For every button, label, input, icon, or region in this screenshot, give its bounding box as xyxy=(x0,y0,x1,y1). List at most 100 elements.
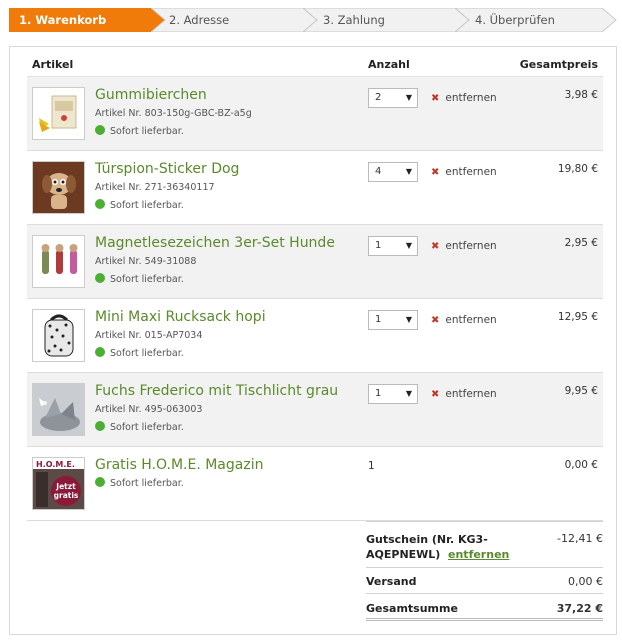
voucher-row: Gutschein (Nr. KG3- AQEPNEWL) entfernen … xyxy=(366,521,603,567)
availability-label: Sofort lieferbar. xyxy=(110,422,184,433)
chevron-down-icon: ▼ xyxy=(405,167,412,176)
product-name[interactable]: Türspion-Sticker Dog xyxy=(95,161,239,177)
step-ueberpruefen[interactable]: 4. Überprüfen xyxy=(455,8,617,32)
gummy-bears-image[interactable] xyxy=(32,87,85,140)
availability: Sofort lieferbar. xyxy=(95,273,184,285)
availability: Sofort lieferbar. xyxy=(95,477,184,489)
cart-row: Gummibierchen Artikel Nr. 803-150g-GBC-B… xyxy=(27,77,603,151)
article-number: Artikel Nr. 495-063003 xyxy=(95,404,203,415)
step-adresse[interactable]: 2. Adresse xyxy=(151,8,319,32)
shipping-label: Versand xyxy=(366,575,417,588)
item-total-price: 0,00 € xyxy=(564,459,598,471)
product-name[interactable]: Magnetlesezeichen 3er-Set Hunde xyxy=(95,235,335,251)
dog-sticker-image[interactable] xyxy=(32,161,85,214)
remove-item-button[interactable]: ✖ entfernen xyxy=(431,92,497,104)
availability-dot-icon xyxy=(95,199,105,209)
remove-label: entfernen xyxy=(445,166,497,178)
cart-row: Fuchs Frederico mit Tischlicht grau Arti… xyxy=(27,373,603,447)
quantity-select[interactable]: 4 ▼ xyxy=(368,162,418,182)
quantity-value: 1 xyxy=(375,314,382,325)
voucher-label: Gutschein (Nr. KG3- AQEPNEWL) entfernen xyxy=(366,532,509,562)
availability: Sofort lieferbar. xyxy=(95,421,184,433)
svg-text:gratis: gratis xyxy=(54,491,79,500)
cart-row: Mini Maxi Rucksack hopi Artikel Nr. 015-… xyxy=(27,299,603,373)
product-name[interactable]: Gratis H.O.M.E. Magazin xyxy=(95,457,263,473)
bookmark-set-image[interactable] xyxy=(32,235,85,288)
svg-text:Jetzt: Jetzt xyxy=(55,482,76,491)
step-zahlung[interactable]: 3. Zahlung xyxy=(303,8,471,32)
availability-dot-icon xyxy=(95,421,105,431)
availability-dot-icon xyxy=(95,125,105,135)
checkout-steps: 1. Warenkorb 2. Adresse 3. Zahlung 4. Üb… xyxy=(9,8,617,32)
quantity-select[interactable]: 1 ▼ xyxy=(368,310,418,330)
remove-item-button[interactable]: ✖ entfernen xyxy=(431,240,497,252)
article-number: Artikel Nr. 271-36340117 xyxy=(95,182,215,193)
fox-lamp-image[interactable] xyxy=(32,383,85,436)
item-total-price: 3,98 € xyxy=(564,89,598,101)
availability: Sofort lieferbar. xyxy=(95,125,184,137)
voucher-label-line2: AQEPNEWL) xyxy=(366,548,441,561)
magazine-image[interactable]: H.O.M.E. Jetzt gratis xyxy=(32,457,85,510)
remove-label: entfernen xyxy=(445,314,497,326)
availability-label: Sofort lieferbar. xyxy=(110,348,184,359)
remove-voucher-link[interactable]: entfernen xyxy=(448,548,509,561)
cart-table: Artikel Anzahl Gesamtpreis Gummibierchen… xyxy=(9,46,617,635)
remove-item-button[interactable]: ✖ entfernen xyxy=(431,388,497,400)
sum-row: Gesamtsumme 37,22 € xyxy=(366,593,603,621)
remove-item-button[interactable]: ✖ entfernen xyxy=(431,166,497,178)
magazine-title-text: H.O.M.E. xyxy=(36,460,75,469)
remove-label: entfernen xyxy=(445,92,497,104)
remove-icon: ✖ xyxy=(431,93,440,104)
shipping-row: Versand 0,00 € xyxy=(366,567,603,593)
article-number: Artikel Nr. 015-AP7034 xyxy=(95,330,203,341)
availability: Sofort lieferbar. xyxy=(95,199,184,211)
item-total-price: 9,95 € xyxy=(564,385,598,397)
quantity-value: 1 xyxy=(368,460,375,472)
cart-row: Türspion-Sticker Dog Artikel Nr. 271-363… xyxy=(27,151,603,225)
chevron-down-icon: ▼ xyxy=(405,93,412,102)
column-header-total-price: Gesamtpreis xyxy=(519,58,598,71)
chevron-down-icon: ▼ xyxy=(405,241,412,250)
article-number: Artikel Nr. 803-150g-GBC-BZ-a5g xyxy=(95,108,252,119)
chevron-down-icon: ▼ xyxy=(405,315,412,324)
shipping-value: 0,00 € xyxy=(568,575,603,588)
remove-label: entfernen xyxy=(445,388,497,400)
remove-icon: ✖ xyxy=(431,241,440,252)
product-name[interactable]: Fuchs Frederico mit Tischlicht grau xyxy=(95,383,338,399)
product-name[interactable]: Gummibierchen xyxy=(95,87,207,103)
availability-label: Sofort lieferbar. xyxy=(110,200,184,211)
quantity-value: 1 xyxy=(375,388,382,399)
quantity-select[interactable]: 1 ▼ xyxy=(368,236,418,256)
availability-dot-icon xyxy=(95,347,105,357)
item-total-price: 2,95 € xyxy=(564,237,598,249)
quantity-value: 1 xyxy=(375,240,382,251)
availability-label: Sofort lieferbar. xyxy=(110,274,184,285)
voucher-value: -12,41 € xyxy=(557,532,603,545)
voucher-label-line1: Gutschein (Nr. KG3- xyxy=(366,533,488,546)
item-total-price: 12,95 € xyxy=(557,311,598,323)
product-name[interactable]: Mini Maxi Rucksack hopi xyxy=(95,309,266,325)
cart-row: H.O.M.E. Jetzt gratis Gratis H.O.M.E. Ma… xyxy=(27,447,603,521)
availability-label: Sofort lieferbar. xyxy=(110,478,184,489)
remove-icon: ✖ xyxy=(431,315,440,326)
remove-label: entfernen xyxy=(445,240,497,252)
remove-item-button[interactable]: ✖ entfernen xyxy=(431,314,497,326)
table-header: Artikel Anzahl Gesamtpreis xyxy=(27,47,603,77)
column-header-article: Artikel xyxy=(32,58,74,71)
article-number: Artikel Nr. 549-31088 xyxy=(95,256,197,267)
column-header-quantity: Anzahl xyxy=(368,58,410,71)
remove-icon: ✖ xyxy=(431,167,440,178)
backpack-image[interactable] xyxy=(32,309,85,362)
step-warenkorb[interactable]: 1. Warenkorb xyxy=(9,8,167,32)
quantity-select[interactable]: 2 ▼ xyxy=(368,88,418,108)
remove-icon: ✖ xyxy=(431,389,440,400)
quantity-value: 2 xyxy=(375,92,382,103)
availability-dot-icon xyxy=(95,273,105,283)
sum-label: Gesamtsumme xyxy=(366,602,458,615)
availability-label: Sofort lieferbar. xyxy=(110,126,184,137)
sum-value: 37,22 € xyxy=(556,602,603,615)
availability: Sofort lieferbar. xyxy=(95,347,184,359)
quantity-select[interactable]: 1 ▼ xyxy=(368,384,418,404)
item-total-price: 19,80 € xyxy=(557,163,598,175)
cart-row: Magnetlesezeichen 3er-Set Hunde Artikel … xyxy=(27,225,603,299)
